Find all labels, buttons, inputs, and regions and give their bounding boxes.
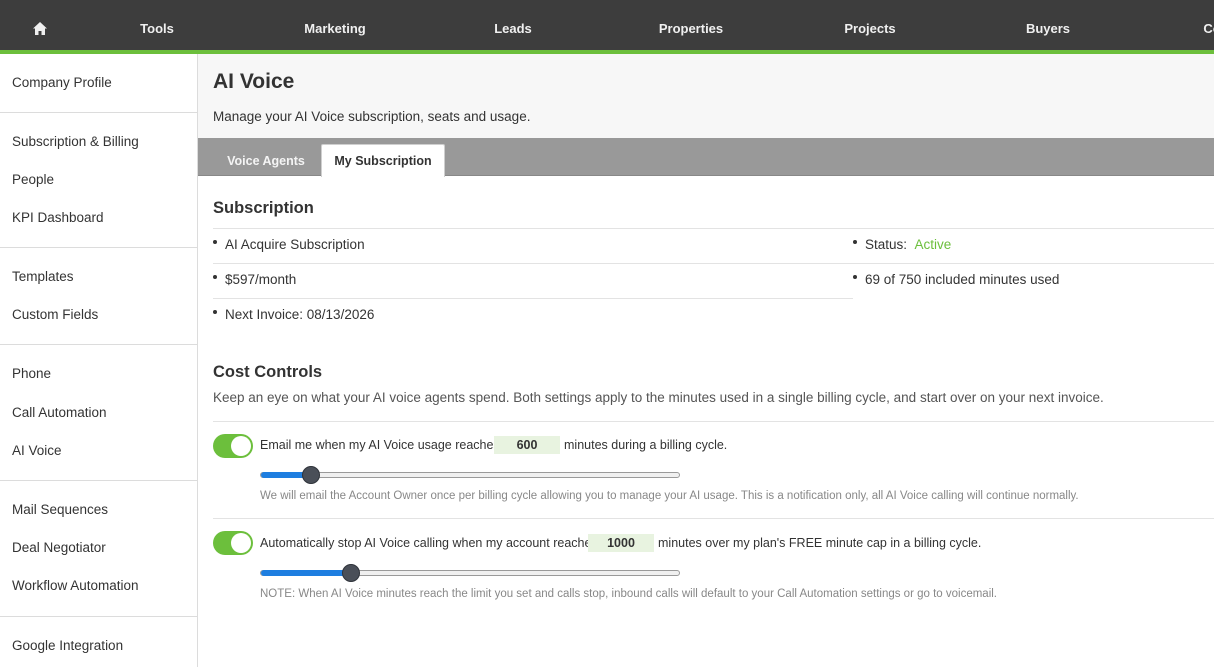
- sidebar-divider: [0, 247, 197, 248]
- sidebar-item-templates[interactable]: Templates: [12, 269, 74, 284]
- next-invoice: Next Invoice: 08/13/2026: [213, 307, 374, 322]
- subscription-heading: Subscription: [213, 199, 314, 217]
- auto-stop-text-before: Automatically stop AI Voice calling when…: [260, 536, 598, 550]
- subscription-status: Status: Active: [853, 237, 951, 252]
- auto-stop-slider[interactable]: [260, 564, 680, 582]
- nav-item-marketing[interactable]: Marketing: [304, 21, 365, 36]
- auto-stop-toggle[interactable]: [213, 531, 253, 555]
- slider-thumb[interactable]: [342, 564, 360, 582]
- sidebar-item-people[interactable]: People: [12, 172, 54, 187]
- subscription-plan-text: AI Acquire Subscription: [225, 237, 365, 252]
- email-alert-toggle[interactable]: [213, 434, 253, 458]
- subscription-price: $597/month: [213, 272, 296, 287]
- cost-controls-heading: Cost Controls: [213, 363, 323, 381]
- divider: [213, 298, 853, 299]
- toggle-knob: [231, 533, 251, 553]
- email-alert-text-after: minutes during a billing cycle.: [564, 438, 728, 452]
- slider-thumb[interactable]: [302, 466, 320, 484]
- next-invoice-text: Next Invoice: 08/13/2026: [225, 307, 375, 322]
- sidebar-item-phone[interactable]: Phone: [12, 366, 51, 381]
- toggle-knob: [231, 436, 251, 456]
- page-title: AI Voice: [213, 70, 295, 93]
- nav-item-leads[interactable]: Leads: [494, 21, 532, 36]
- status-badge: Active: [914, 237, 952, 252]
- auto-stop-text-after: minutes over my plan's FREE minute cap i…: [658, 536, 982, 550]
- sidebar-item-custom-fields[interactable]: Custom Fields: [12, 307, 98, 322]
- sidebar-item-ai-voice[interactable]: AI Voice: [12, 443, 62, 458]
- email-alert-note: We will email the Account Owner once per…: [260, 490, 1079, 502]
- tab-bar: Voice Agents My Subscription: [198, 138, 1214, 177]
- slider-fill: [261, 570, 351, 576]
- divider: [213, 518, 1214, 519]
- email-alert-minutes-value[interactable]: 600: [494, 436, 560, 454]
- auto-stop-minutes-value[interactable]: 1000: [588, 534, 654, 552]
- email-alert-text-before: Email me when my AI Voice usage reaches: [260, 438, 500, 452]
- auto-stop-note: NOTE: When AI Voice minutes reach the li…: [260, 588, 997, 600]
- divider: [213, 228, 1214, 229]
- sidebar-item-subscription-billing[interactable]: Subscription & Billing: [12, 134, 139, 149]
- email-alert-slider[interactable]: [260, 466, 680, 484]
- nav-item-properties[interactable]: Properties: [659, 21, 723, 36]
- page-subtitle: Manage your AI Voice subscription, seats…: [213, 109, 531, 124]
- home-icon[interactable]: [31, 20, 49, 38]
- page-header: AI Voice Manage your AI Voice subscripti…: [198, 54, 1214, 138]
- nav-item-tools[interactable]: Tools: [140, 21, 174, 36]
- cost-controls-description: Keep an eye on what your AI voice agents…: [213, 390, 1104, 405]
- nav-item-truncated[interactable]: Co: [1203, 21, 1214, 36]
- subscription-price-text: $597/month: [225, 272, 297, 287]
- sidebar-item-call-automation[interactable]: Call Automation: [12, 405, 107, 420]
- status-label: Status:: [865, 237, 908, 252]
- nav-item-buyers[interactable]: Buyers: [1026, 21, 1070, 36]
- minutes-used: 69 of 750 included minutes used: [853, 272, 1059, 287]
- sidebar-item-company-profile[interactable]: Company Profile: [12, 75, 112, 90]
- subscription-plan: AI Acquire Subscription: [213, 237, 365, 252]
- top-nav: Tools Marketing Leads Properties Project…: [0, 0, 1214, 54]
- sidebar-divider: [0, 344, 197, 345]
- sidebar-item-kpi-dashboard[interactable]: KPI Dashboard: [12, 210, 104, 225]
- tab-voice-agents[interactable]: Voice Agents: [213, 144, 319, 177]
- sidebar-divider: [0, 480, 197, 481]
- nav-item-projects[interactable]: Projects: [844, 21, 895, 36]
- sidebar-item-workflow-automation[interactable]: Workflow Automation: [12, 578, 139, 593]
- divider: [213, 421, 1214, 422]
- sidebar-divider: [0, 112, 197, 113]
- sidebar-divider: [0, 616, 197, 617]
- sidebar-item-mail-sequences[interactable]: Mail Sequences: [12, 502, 108, 517]
- divider: [213, 263, 1214, 264]
- settings-sidebar: Company Profile Subscription & Billing P…: [0, 54, 198, 667]
- minutes-used-text: 69 of 750 included minutes used: [865, 272, 1060, 287]
- sidebar-item-deal-negotiator[interactable]: Deal Negotiator: [12, 540, 106, 555]
- tab-my-subscription[interactable]: My Subscription: [321, 144, 445, 177]
- sidebar-item-google-integration[interactable]: Google Integration: [12, 638, 123, 653]
